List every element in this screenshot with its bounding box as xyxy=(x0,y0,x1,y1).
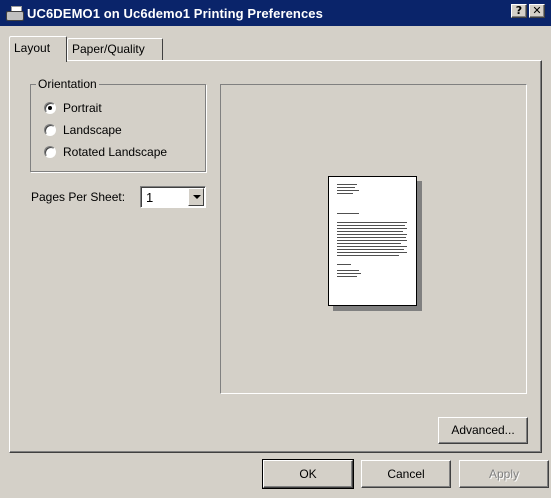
tab-paper-quality[interactable]: Paper/Quality xyxy=(67,38,163,60)
apply-button[interactable]: Apply xyxy=(459,460,549,488)
tab-layout[interactable]: Layout xyxy=(9,36,67,62)
cancel-button[interactable]: Cancel xyxy=(361,460,451,488)
printer-icon xyxy=(5,5,24,21)
printing-preferences-dialog: UC6DEMO1 on Uc6demo1 Printing Preference… xyxy=(0,0,551,498)
title-bar[interactable]: UC6DEMO1 on Uc6demo1 Printing Preference… xyxy=(0,0,551,26)
tab-panel-layout xyxy=(9,60,542,453)
close-button[interactable]: ✕ xyxy=(529,4,545,18)
ok-button[interactable]: OK xyxy=(262,459,354,489)
window-title: UC6DEMO1 on Uc6demo1 Printing Preference… xyxy=(27,5,323,21)
help-button[interactable]: ? xyxy=(511,4,527,18)
